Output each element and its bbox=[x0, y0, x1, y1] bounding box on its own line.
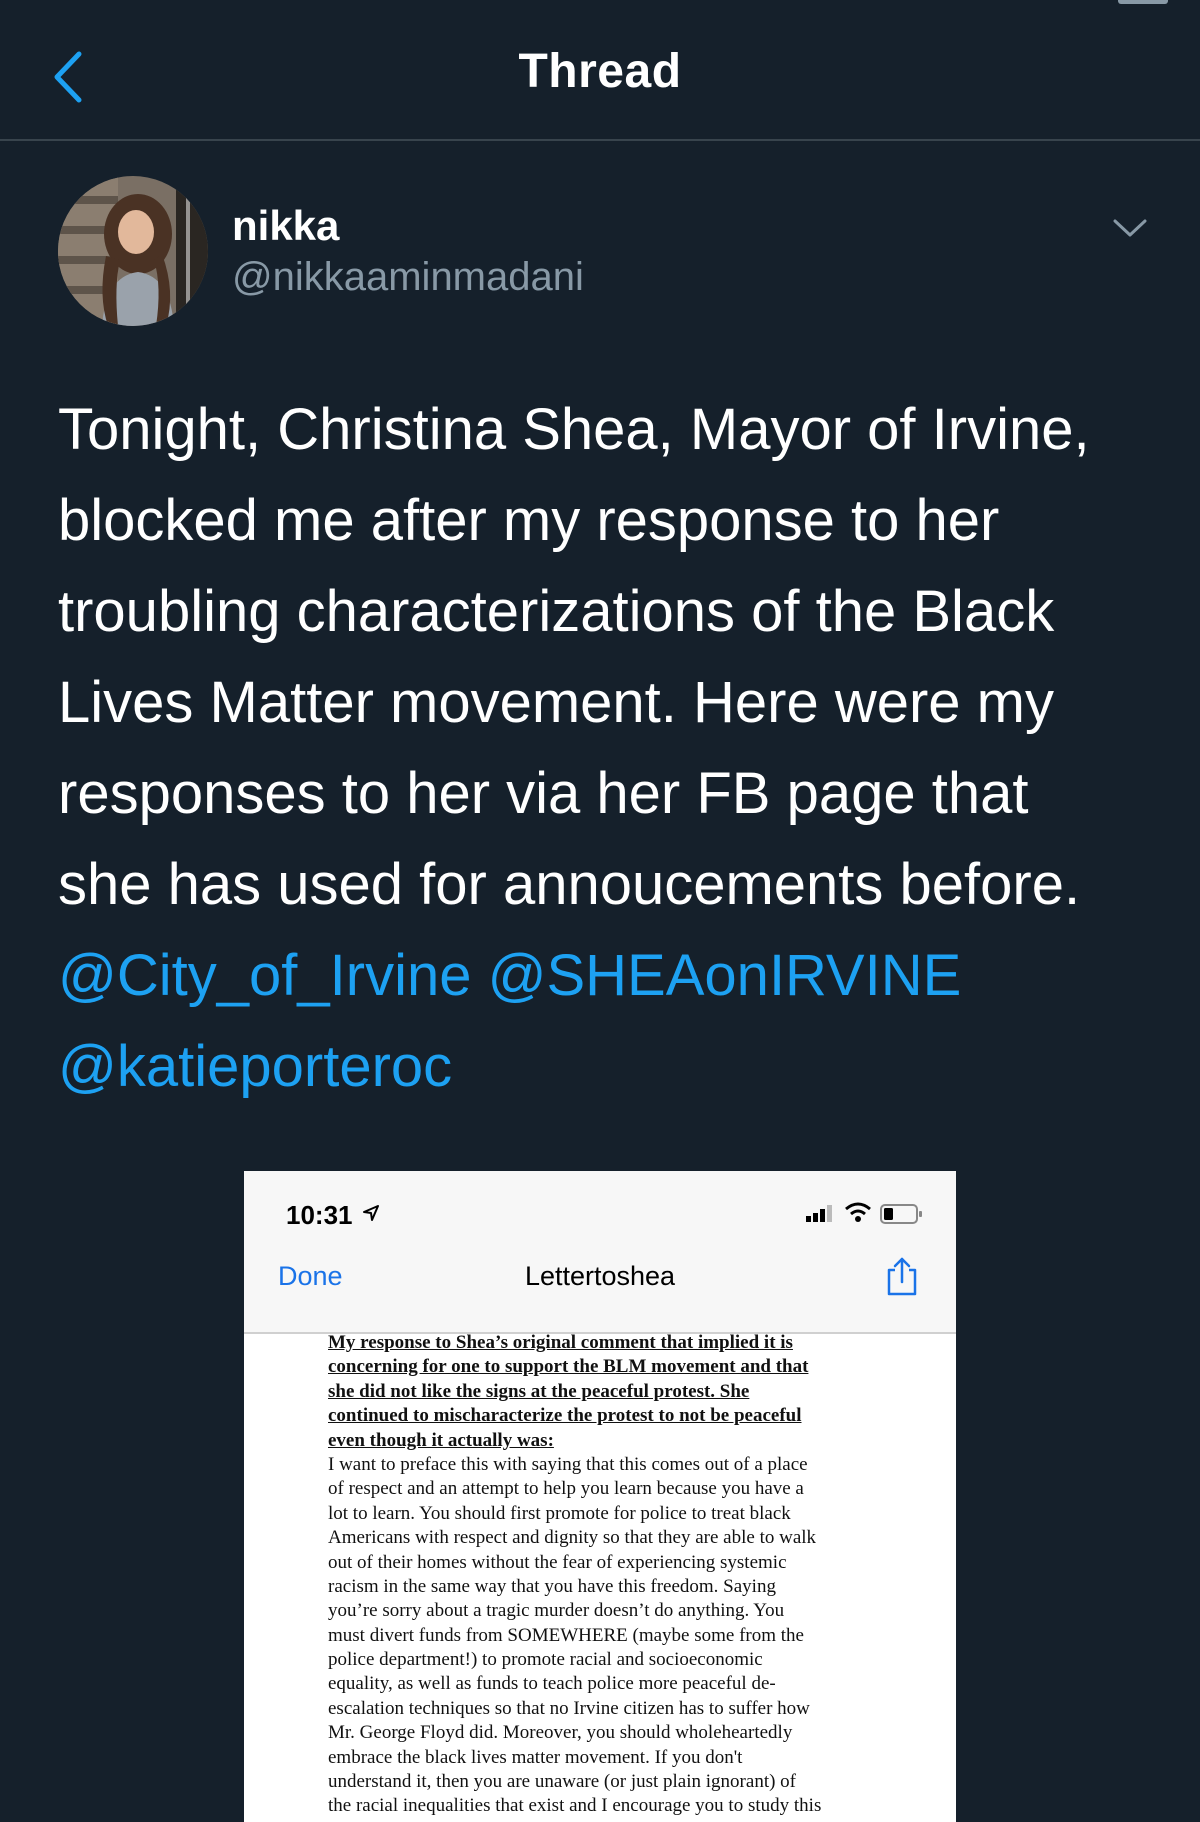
document-body-line: embrace the black lives matter movement.… bbox=[328, 1746, 743, 1768]
mentions-line: @katieporteroc bbox=[58, 1021, 1178, 1112]
mention-link-katieporteroc[interactable]: @katieporteroc bbox=[58, 1034, 452, 1099]
tweet-line: Tonight, Christina Shea, Mayor of Irvine… bbox=[58, 397, 1090, 462]
document-body-line: police department!) to promote racial an… bbox=[328, 1649, 763, 1671]
document-body-line: racism in the same way that you have thi… bbox=[328, 1575, 776, 1597]
tweet-line: blocked me after my response to her bbox=[58, 488, 1000, 553]
document-heading-line: concerning for one to support the BLM mo… bbox=[328, 1356, 809, 1378]
wifi-icon bbox=[845, 1202, 871, 1222]
signal-icon bbox=[806, 1205, 832, 1222]
share-button[interactable] bbox=[884, 1255, 920, 1297]
document-body-line: equality, as well as funds to teach poli… bbox=[328, 1673, 776, 1695]
document-body-line: understand it, then you are unaware (or … bbox=[328, 1771, 796, 1793]
mention-link-sheaonirvine[interactable]: @SHEAonIRVINE bbox=[488, 943, 962, 1008]
battery-icon bbox=[880, 1204, 922, 1224]
document-body-line: lot to learn. You should first promote f… bbox=[328, 1502, 791, 1524]
document-nav-bar: Done Lettertoshea bbox=[244, 1241, 956, 1334]
tweet-line: she has used for annoucements before. bbox=[58, 852, 1081, 917]
status-time: 10:31 bbox=[286, 1200, 353, 1230]
tweet-line: responses to her via her FB page that bbox=[58, 761, 1029, 826]
document-body-line: must divert funds from SOMEWHERE (maybe … bbox=[328, 1624, 804, 1646]
share-icon bbox=[887, 1257, 917, 1296]
location-arrow-icon bbox=[363, 1205, 379, 1221]
chevron-down-icon bbox=[1113, 219, 1147, 237]
document-body-line: I want to preface this with saying that … bbox=[328, 1453, 808, 1475]
document-body-line: escalation techniques so that no Irvine … bbox=[328, 1697, 810, 1719]
document-heading-line: continued to mischaracterize the protest… bbox=[328, 1405, 802, 1427]
author-handle[interactable]: @nikkaaminmadani bbox=[232, 255, 584, 300]
avatar[interactable] bbox=[58, 176, 208, 326]
tweet-line: troubling characterizations of the Black bbox=[58, 579, 1055, 644]
document-body-line: you’re sorry about a tragic murder doesn… bbox=[328, 1600, 785, 1622]
author-name[interactable]: nikka bbox=[232, 202, 339, 250]
mentions-line: @City_of_Irvine @SHEAonIRVINE bbox=[58, 930, 1178, 1021]
document-heading-line: My response to Shea’s original comment t… bbox=[328, 1332, 793, 1353]
document-body-line: out of their homes without the fear of e… bbox=[328, 1551, 787, 1573]
document-title: Lettertoshea bbox=[524, 1261, 676, 1291]
document-body-line: the racial inequalities that exist and I… bbox=[328, 1795, 822, 1817]
tweet-menu-button[interactable] bbox=[1110, 210, 1150, 246]
document-body-line: of respect and an attempt to help you le… bbox=[328, 1478, 804, 1500]
tweet-text: Tonight, Christina Shea, Mayor of Irvine… bbox=[58, 384, 1178, 1112]
ios-status-bar: 10:31 bbox=[244, 1171, 956, 1241]
document-body-line: Mr. George Floyd did. Moreover, you shou… bbox=[328, 1722, 793, 1744]
document-body-line: Americans with respect and dignity so th… bbox=[328, 1527, 817, 1549]
mention-link-city-of-irvine[interactable]: @City_of_Irvine bbox=[58, 943, 471, 1008]
document-heading-line: even though it actually was: bbox=[328, 1429, 554, 1451]
document-content: My response to Shea’s original comment t… bbox=[328, 1331, 888, 1819]
tweet-line: Lives Matter movement. Here were my bbox=[58, 670, 1054, 735]
attached-image[interactable]: 10:31 Done Lettertoshea My response to S… bbox=[244, 1171, 956, 1822]
page-title: Thread bbox=[518, 45, 682, 98]
document-heading-line: she did not like the signs at the peacef… bbox=[328, 1380, 750, 1402]
thread-header: Thread bbox=[0, 0, 1200, 141]
